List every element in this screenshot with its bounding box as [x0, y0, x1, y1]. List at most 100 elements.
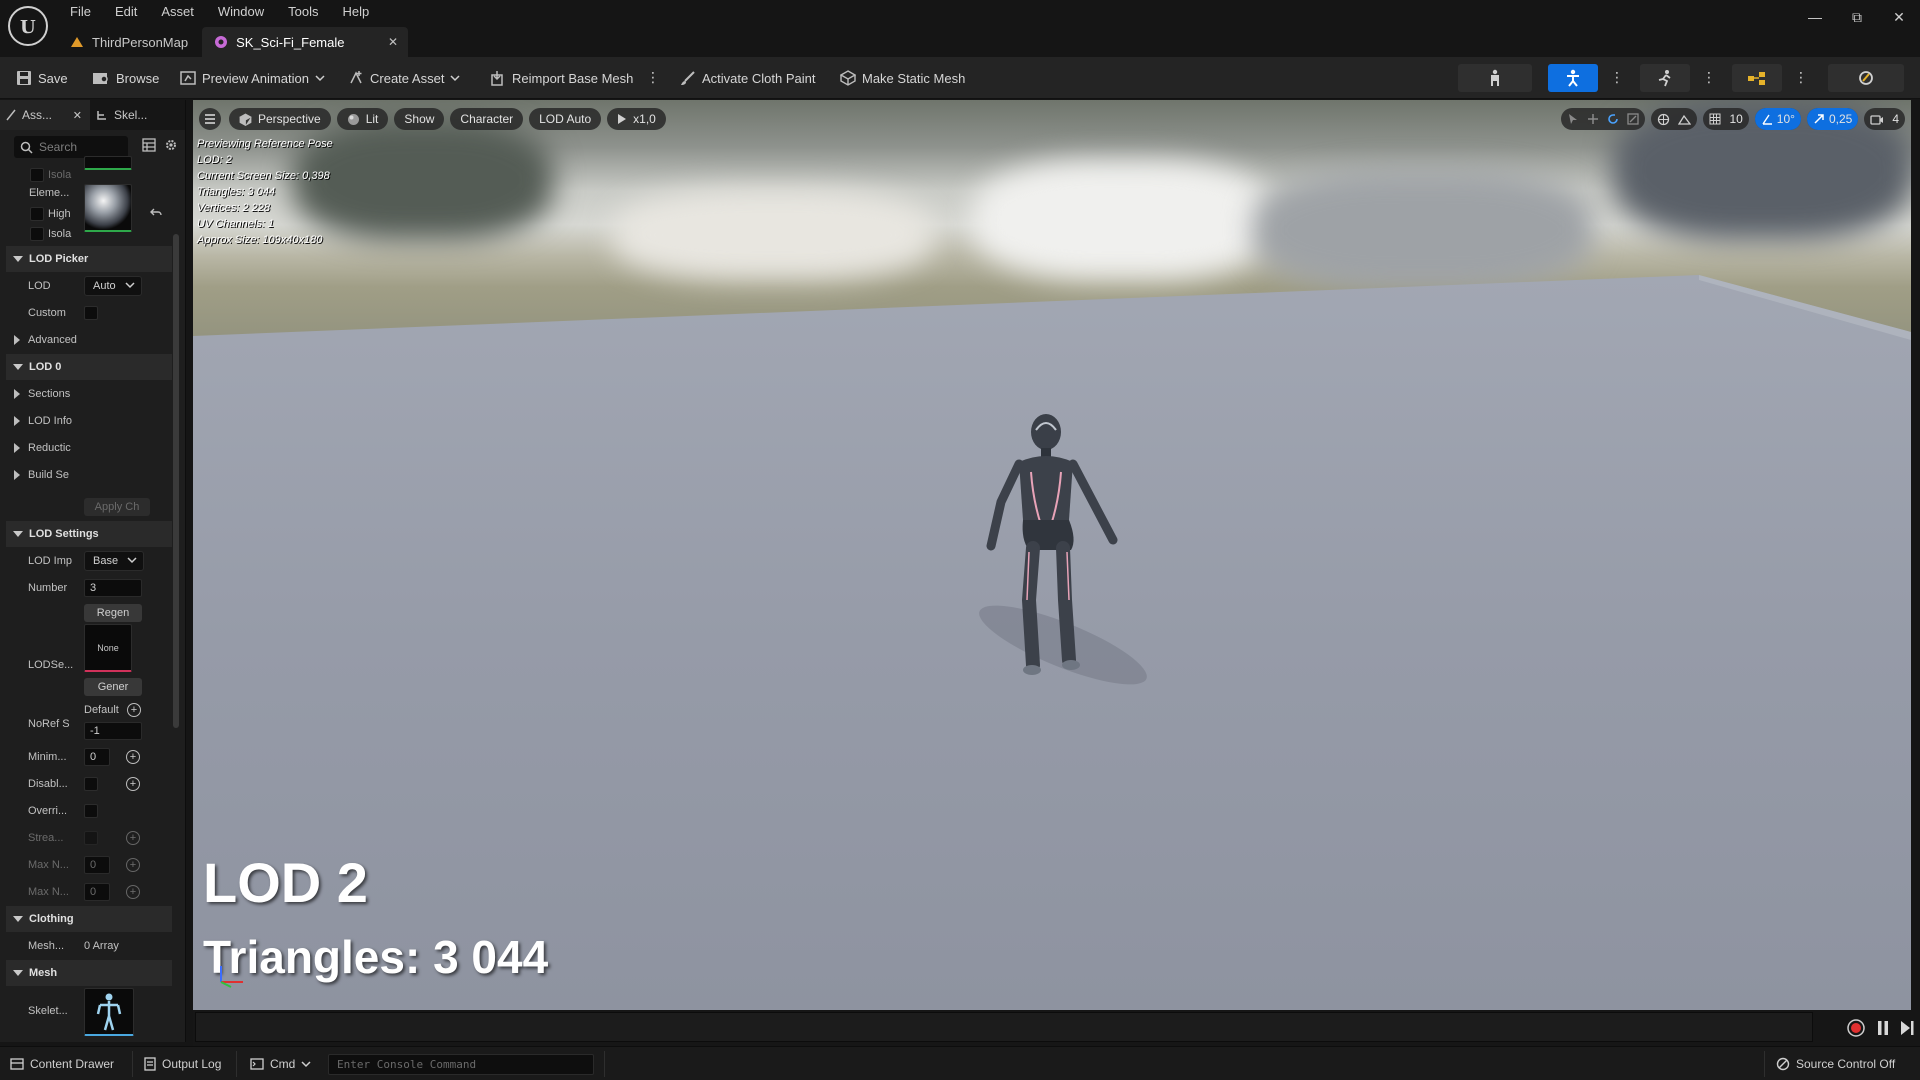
stats-line: Vertices: 2 228	[197, 202, 270, 214]
apply-changes-button[interactable]: Apply Ch	[84, 498, 150, 516]
stream-checkbox[interactable]	[84, 831, 98, 845]
animation-mode-button[interactable]	[1640, 64, 1690, 92]
preview-animation-button[interactable]: Preview Animation	[180, 64, 325, 92]
noref-streaming-input[interactable]: -1	[84, 722, 142, 740]
record-icon[interactable]	[1846, 1018, 1866, 1038]
close-tab-icon[interactable]: ✕	[388, 35, 398, 49]
menu-edit[interactable]: Edit	[103, 0, 149, 24]
search-input[interactable]: Search	[14, 136, 128, 158]
tab-third-person-map[interactable]: ThirdPersonMap	[58, 27, 202, 57]
add-platform-override-icon[interactable]: +	[126, 858, 140, 872]
custom-checkbox[interactable]	[84, 306, 98, 320]
world-local-icon[interactable]	[1657, 113, 1670, 126]
add-platform-override-icon[interactable]: +	[126, 750, 140, 764]
regenerate-button[interactable]: Regen	[84, 604, 142, 622]
perspective-button[interactable]: Perspective	[229, 108, 331, 130]
max-n-input[interactable]: 0	[84, 856, 110, 874]
table-view-icon[interactable]	[142, 138, 156, 152]
rotation-snap[interactable]: 10°	[1754, 108, 1801, 130]
disable-checkbox[interactable]	[84, 777, 98, 791]
section-mesh[interactable]: Mesh	[6, 960, 172, 986]
section-clothing[interactable]: Clothing	[6, 906, 172, 932]
browse-button[interactable]: Browse	[92, 64, 159, 92]
reimport-options-icon[interactable]: ⋮	[646, 69, 660, 86]
menu-file[interactable]: File	[58, 0, 103, 24]
grid-snap[interactable]: 10	[1703, 108, 1749, 130]
viewport-menu-button[interactable]	[199, 108, 221, 130]
row-advanced[interactable]: Advanced	[6, 327, 172, 353]
blueprint-mode-options-icon[interactable]: ⋮	[1794, 69, 1808, 86]
generate-button[interactable]: Gener	[84, 678, 142, 696]
row-sections[interactable]: Sections	[6, 381, 172, 407]
minimize-icon[interactable]: —	[1794, 0, 1836, 34]
row-disable-below-min: Disabl... +	[6, 771, 172, 797]
camera-speed[interactable]: 4	[1864, 108, 1905, 130]
section-lod-settings[interactable]: LOD Settings	[6, 521, 172, 547]
close-tab-icon[interactable]: ✕	[73, 109, 82, 122]
highlight-checkbox[interactable]	[30, 207, 44, 221]
output-log-button[interactable]: Output Log	[144, 1047, 221, 1080]
lod-auto-button[interactable]: LOD Auto	[529, 108, 602, 130]
menu-asset[interactable]: Asset	[149, 0, 206, 24]
make-static-mesh-button[interactable]: Make Static Mesh	[840, 64, 965, 92]
activate-cloth-paint-button[interactable]: Activate Cloth Paint	[680, 64, 815, 92]
isolate-checkbox[interactable]	[30, 227, 44, 241]
select-arrow-icon[interactable]	[1567, 113, 1579, 125]
menu-help[interactable]: Help	[330, 0, 381, 24]
row-lod-info[interactable]: LOD Info	[6, 408, 172, 434]
lod-import-dropdown[interactable]: Base	[84, 551, 144, 571]
timeline-scrubber[interactable]	[195, 1012, 1813, 1042]
lit-button[interactable]: Lit	[336, 108, 389, 130]
skeleton-mode-button[interactable]	[1458, 64, 1532, 92]
close-window-icon[interactable]: ✕	[1878, 0, 1920, 34]
console-command-input[interactable]: Enter Console Command	[328, 1054, 594, 1075]
menu-window[interactable]: Window	[206, 0, 276, 24]
gear-icon[interactable]	[164, 138, 178, 152]
tab-skeleton-tree[interactable]: Skel...	[90, 100, 153, 130]
menu-tools[interactable]: Tools	[276, 0, 330, 24]
animation-mode-options-icon[interactable]: ⋮	[1702, 69, 1716, 86]
section-lod0[interactable]: LOD 0	[6, 354, 172, 380]
step-forward-icon[interactable]	[1900, 1020, 1914, 1036]
max-n-input[interactable]: 0	[84, 883, 110, 901]
save-button[interactable]: Save	[16, 64, 68, 92]
mesh-mode-button[interactable]	[1548, 64, 1598, 92]
physics-mode-button[interactable]	[1828, 64, 1904, 92]
tab-sk-sci-fi-female[interactable]: SK_Sci-Fi_Female ✕	[202, 27, 409, 57]
rotate-icon[interactable]	[1607, 113, 1619, 125]
preview-viewport[interactable]: Perspective Lit Show Character LOD Auto …	[193, 100, 1911, 1010]
skeleton-thumbnail[interactable]	[84, 988, 134, 1036]
override-checkbox[interactable]	[84, 804, 98, 818]
create-asset-button[interactable]: Create Asset	[348, 64, 460, 92]
translate-icon[interactable]	[1587, 113, 1599, 125]
blueprint-mode-button[interactable]	[1732, 64, 1782, 92]
cmd-dropdown[interactable]: Cmd	[250, 1047, 311, 1080]
scale-snap[interactable]: 0,25	[1806, 108, 1859, 130]
row-build-settings[interactable]: Build Se	[6, 462, 172, 488]
lod-settings-asset-thumbnail[interactable]: None	[84, 624, 132, 672]
scale-icon[interactable]	[1627, 113, 1640, 125]
reimport-base-mesh-button[interactable]: Reimport Base Mesh	[490, 64, 633, 92]
lod-dropdown[interactable]: Auto	[84, 276, 142, 296]
add-platform-override-icon[interactable]: +	[126, 885, 140, 899]
playback-speed-button[interactable]: x1,0	[607, 108, 666, 130]
number-of-lods-input[interactable]: 3	[84, 579, 142, 597]
details-scrollbar[interactable]	[173, 234, 179, 728]
section-lod-picker[interactable]: LOD Picker	[6, 246, 172, 272]
character-button[interactable]: Character	[450, 108, 524, 130]
restore-icon[interactable]: ⧉	[1836, 0, 1878, 34]
add-platform-override-icon[interactable]: +	[126, 831, 140, 845]
mesh-mode-options-icon[interactable]: ⋮	[1610, 69, 1624, 86]
add-platform-override-icon[interactable]: +	[126, 777, 140, 791]
reset-arrow-icon[interactable]	[150, 208, 162, 218]
surface-snap-icon[interactable]	[1678, 113, 1692, 126]
lod-settings-label: LODSe...	[28, 659, 74, 671]
show-button[interactable]: Show	[394, 108, 445, 130]
unreal-logo-icon[interactable]: U	[8, 6, 48, 46]
row-reduction[interactable]: Reductic	[6, 435, 172, 461]
minimum-lod-input[interactable]: 0	[84, 748, 110, 766]
pause-icon[interactable]	[1876, 1020, 1890, 1036]
content-drawer-button[interactable]: Content Drawer	[10, 1047, 114, 1080]
tab-asset-details[interactable]: Ass... ✕	[0, 100, 90, 130]
source-control-button[interactable]: Source Control Off	[1776, 1047, 1895, 1080]
